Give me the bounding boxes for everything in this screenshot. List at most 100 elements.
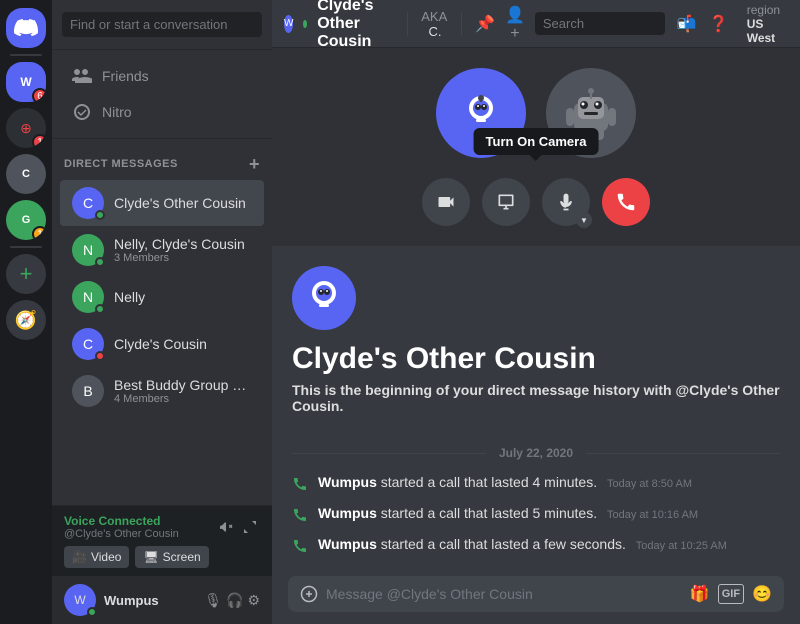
sidebar-nav: Friends Nitro <box>52 50 272 139</box>
friends-label: Friends <box>102 68 149 84</box>
mute-toggle-button[interactable]: ▼ <box>542 178 590 226</box>
voice-expand-button[interactable] <box>240 517 260 537</box>
video-icon: 🎥 <box>72 550 87 564</box>
dm-avatar-dm1: C <box>72 187 104 219</box>
video-button[interactable]: 🎥 Video <box>64 546 129 568</box>
message-input-area: 🎁 GIF 😊 <box>272 564 800 624</box>
topbar-search[interactable] <box>535 12 665 35</box>
voice-extra-buttons: 🎥 Video 🖥 Screen <box>64 546 260 568</box>
server-divider <box>10 54 42 56</box>
add-friend-button[interactable]: 👤+ <box>505 5 525 43</box>
chat-message-m3: Wumpus started a call that lasted a few … <box>292 534 780 561</box>
sidebar-item-nitro[interactable]: Nitro <box>60 94 264 130</box>
voice-connected-label: Voice Connected <box>64 514 179 528</box>
topbar-status-dot <box>303 20 307 28</box>
server-icon-2[interactable]: ⊕ 1 <box>6 108 46 148</box>
chat-date-divider: July 22, 2020 <box>292 446 780 460</box>
chat-intro-sub: This is the beginning of your direct mes… <box>292 382 780 414</box>
emoji-button[interactable]: 😊 <box>752 584 772 604</box>
end-call-button[interactable] <box>602 178 650 226</box>
chat-intro-avatar <box>292 266 356 330</box>
topbar-avatar: W <box>284 15 293 33</box>
message-text-m2: Wumpus started a call that lasted 5 minu… <box>318 505 698 521</box>
settings-button[interactable]: ⚙ <box>247 592 260 609</box>
voice-channel-label: @Clyde's Other Cousin <box>64 528 179 540</box>
gift-button[interactable]: 🎁 <box>690 584 710 604</box>
status-dot <box>95 351 105 361</box>
call-avatars: 🔇 <box>436 68 636 158</box>
dm-name-dm1: Clyde's Other Cousin <box>114 195 252 211</box>
svg-text:⊕: ⊕ <box>20 120 32 136</box>
server-sidebar: W 6 ⊕ 1 C G 1 + 🧭 <box>0 0 52 624</box>
chat-intro-title: Clyde's Other Cousin <box>292 342 780 376</box>
dm-info-dm5: Best Buddy Group Ever4 Members <box>114 377 252 405</box>
dm-info-dm1: Clyde's Other Cousin <box>114 195 252 211</box>
screen-share-button[interactable] <box>482 178 530 226</box>
chat-message-m2: Wumpus started a call that lasted 5 minu… <box>292 503 780 530</box>
topbar-actions: 📬 ❓ <box>535 12 729 35</box>
friends-icon <box>72 66 92 86</box>
messages-container: Wumpus started a call that lasted 4 minu… <box>292 472 780 564</box>
voice-actions <box>216 517 260 537</box>
message-text-m3: Wumpus started a call that lasted a few … <box>318 536 727 552</box>
dm-sub-dm5: 4 Members <box>114 393 252 405</box>
deafen-button[interactable]: 🎧 <box>226 592 243 609</box>
mute-button[interactable]: 🎙 <box>204 592 222 609</box>
call-icon <box>292 507 308 528</box>
dm-item-dm1[interactable]: C Clyde's Other Cousin <box>60 180 264 226</box>
attach-file-button[interactable] <box>300 585 318 603</box>
nitro-icon <box>72 102 92 122</box>
user-name: Wumpus <box>104 593 196 608</box>
camera-toggle-button[interactable] <box>422 178 470 226</box>
dm-info-dm2: Nelly, Clyde's Cousin3 Members <box>114 236 252 264</box>
user-profile: W Wumpus 🎙 🎧 ⚙ <box>52 576 272 624</box>
user-controls: 🎙 🎧 ⚙ <box>204 592 260 609</box>
dm-name-dm2: Nelly, Clyde's Cousin <box>114 236 252 252</box>
search-input[interactable] <box>62 12 262 37</box>
server-icon-1[interactable]: W 6 <box>6 62 46 102</box>
inbox-button[interactable]: 📬 <box>677 14 697 34</box>
add-dm-button[interactable]: + <box>249 155 260 173</box>
status-dot <box>95 304 105 314</box>
voice-disconnect-button[interactable] <box>216 517 236 537</box>
sidebar-item-friends[interactable]: Friends <box>60 58 264 94</box>
dm-item-dm3[interactable]: N Nelly <box>60 274 264 320</box>
message-input-actions: 🎁 GIF 😊 <box>690 584 772 604</box>
discord-home-button[interactable] <box>6 8 46 48</box>
chat-intro: Clyde's Other Cousin This is the beginni… <box>292 266 780 414</box>
call-avatar-right-wrap <box>546 68 636 158</box>
server-icon-4[interactable]: G 1 <box>6 200 46 240</box>
message-input[interactable] <box>326 586 682 602</box>
add-server-button[interactable]: + <box>6 254 46 294</box>
dm-item-dm2[interactable]: NNelly, Clyde's Cousin3 Members <box>60 227 264 273</box>
mute-caret[interactable]: ▼ <box>576 212 592 228</box>
dm-sub-dm2: 3 Members <box>114 252 252 264</box>
main-area: W Clyde's Other Cousin AKA C. 📌 👤+ 📬 ❓ r… <box>272 0 800 624</box>
status-dot <box>95 257 105 267</box>
dm-info-dm3: Nelly <box>114 289 252 305</box>
dm-item-dm5[interactable]: B Best Buddy Group Ever4 Members <box>60 368 264 414</box>
call-area: Turn On Camera <box>272 48 800 246</box>
muted-badge: 🔇 <box>502 134 524 156</box>
call-avatar-right <box>546 68 636 158</box>
message-input-wrap: 🎁 GIF 😊 <box>288 576 784 612</box>
dm-sidebar: Friends Nitro DIRECT MESSAGES + CClyde's… <box>52 0 272 624</box>
server-icon-3[interactable]: C <box>6 154 46 194</box>
dm-item-dm4[interactable]: CClyde's Cousin <box>60 321 264 367</box>
dm-name-dm3: Nelly <box>114 289 252 305</box>
gif-button[interactable]: GIF <box>718 584 744 604</box>
screen-button[interactable]: 🖥 Screen <box>135 546 208 568</box>
voice-connected-panel: Voice Connected @Clyde's Other Cousin <box>52 505 272 576</box>
message-text-m1: Wumpus started a call that lasted 4 minu… <box>318 474 692 490</box>
topbar-channel-name: Clyde's Other Cousin <box>317 0 393 51</box>
dm-avatar-dm3: N <box>72 281 104 313</box>
region-display: region US West <box>747 3 788 45</box>
nitro-label: Nitro <box>102 104 132 120</box>
explore-servers-button[interactable]: 🧭 <box>6 300 46 340</box>
dm-avatar-dm5: B <box>72 375 104 407</box>
pin-button[interactable]: 📌 <box>475 14 495 34</box>
dm-search-area <box>52 0 272 50</box>
call-controls: ▼ <box>422 178 650 226</box>
help-button[interactable]: ❓ <box>709 14 729 34</box>
chat-message-m1: Wumpus started a call that lasted 4 minu… <box>292 472 780 499</box>
